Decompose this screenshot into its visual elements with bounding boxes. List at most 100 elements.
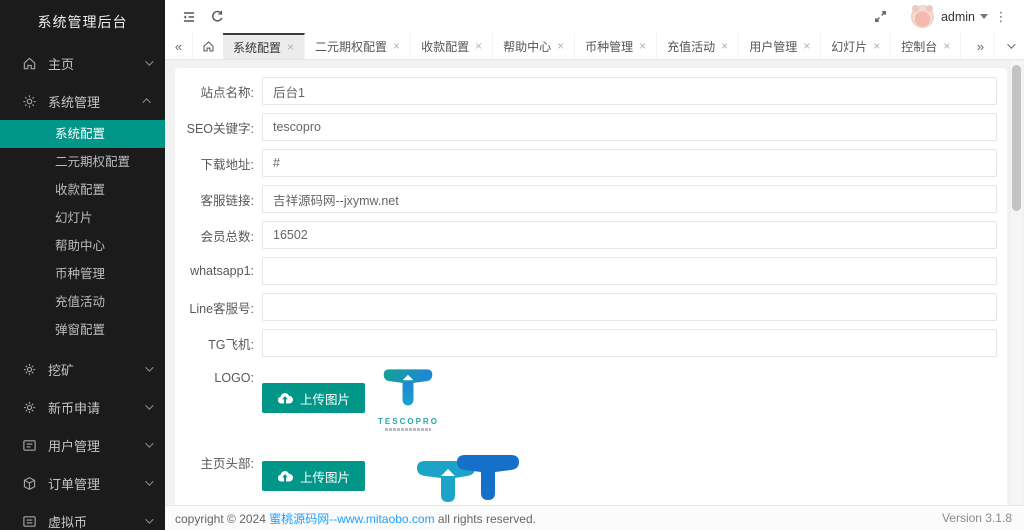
tg-input[interactable] bbox=[262, 329, 997, 357]
upload-button-label: 上传图片 bbox=[300, 467, 350, 486]
close-icon[interactable]: × bbox=[639, 40, 646, 52]
tabs-dropdown-button[interactable] bbox=[994, 33, 1024, 59]
upload-logo-button[interactable]: 上传图片 bbox=[262, 383, 365, 413]
close-icon[interactable]: × bbox=[943, 40, 950, 52]
home-icon bbox=[22, 56, 37, 71]
chevron-down-icon bbox=[980, 14, 988, 19]
logo-tagline bbox=[385, 428, 431, 431]
submenu-item-slideshow[interactable]: 幻灯片 bbox=[0, 204, 165, 232]
tab-label: 用户管理 bbox=[749, 38, 797, 55]
close-icon[interactable]: × bbox=[475, 40, 482, 52]
field-label: LOGO: bbox=[182, 367, 262, 385]
new-coin-icon bbox=[22, 400, 37, 415]
cloud-upload-icon bbox=[277, 392, 293, 404]
close-icon[interactable]: × bbox=[287, 41, 294, 53]
mining-icon bbox=[22, 362, 37, 377]
tabs-scroll-right-button[interactable]: » bbox=[967, 33, 994, 59]
coins-icon bbox=[22, 514, 37, 529]
topbar: admin ⋮ bbox=[165, 0, 1024, 33]
submenu-item-payment-config[interactable]: 收款配置 bbox=[0, 176, 165, 204]
site-name-input[interactable] bbox=[262, 77, 997, 105]
tab-label: 二元期权配置 bbox=[315, 38, 387, 55]
close-icon[interactable]: × bbox=[803, 40, 810, 52]
tab-help-center[interactable]: 帮助中心 × bbox=[493, 33, 575, 59]
close-icon[interactable]: × bbox=[393, 40, 400, 52]
app-title: 系统管理后台 bbox=[0, 0, 165, 44]
field-label: TG飞机: bbox=[182, 334, 262, 353]
main-content: 站点名称: SEO关键字: 下载地址: 客服链接: 会员总数: whatsapp… bbox=[165, 60, 1024, 505]
sidebar-item-order-management[interactable]: 订单管理 bbox=[0, 464, 165, 502]
tabs-scroll-left-button[interactable]: « bbox=[165, 33, 192, 59]
refresh-icon[interactable] bbox=[203, 0, 231, 33]
sidebar-item-virtual-coin[interactable]: 虚拟币 bbox=[0, 502, 165, 530]
sidebar-item-user-management[interactable]: 用户管理 bbox=[0, 426, 165, 464]
logo-upload-row: LOGO: 上传图片 bbox=[182, 367, 1007, 431]
field-label: Line客服号: bbox=[182, 298, 262, 317]
tab-home[interactable] bbox=[192, 33, 223, 59]
submenu-item-system-config[interactable]: 系统配置 bbox=[0, 120, 165, 148]
topbar-right: admin ⋮ bbox=[867, 0, 1014, 33]
version-label: Version 3.1.8 bbox=[942, 511, 1012, 525]
field-label: whatsapp1: bbox=[182, 264, 262, 278]
tab-label: 帮助中心 bbox=[503, 38, 551, 55]
chevron-down-icon bbox=[145, 57, 153, 65]
member-count-input[interactable] bbox=[262, 221, 997, 249]
submenu-item-popup-config[interactable]: 弹窗配置 bbox=[0, 316, 165, 344]
upload-button-label: 上传图片 bbox=[300, 389, 350, 408]
submenu-item-coin-management[interactable]: 币种管理 bbox=[0, 260, 165, 288]
tab-recharge-activity[interactable]: 充值活动 × bbox=[657, 33, 739, 59]
close-icon[interactable]: × bbox=[721, 40, 728, 52]
header-logo-icon bbox=[415, 449, 523, 505]
footer-link[interactable]: 蜜桃源码网--www.mitaobo.com bbox=[269, 512, 434, 526]
close-icon[interactable]: × bbox=[873, 40, 880, 52]
tab-label: 充值活动 bbox=[667, 38, 715, 55]
close-icon[interactable]: × bbox=[557, 40, 564, 52]
upload-header-button[interactable]: 上传图片 bbox=[262, 461, 365, 491]
form-row: 客服链接: bbox=[182, 185, 1007, 213]
sidebar-item-label: 系统管理 bbox=[48, 92, 145, 111]
user-menu[interactable]: admin bbox=[941, 10, 988, 24]
fullscreen-icon[interactable] bbox=[867, 0, 895, 33]
tab-slideshow[interactable]: 幻灯片 × bbox=[821, 33, 891, 59]
copyright-text: copyright © 2024 蜜桃源码网--www.mitaobo.com … bbox=[175, 510, 536, 527]
tab-label: 幻灯片 bbox=[831, 38, 867, 55]
tescopro-logo-icon bbox=[381, 367, 435, 415]
sidebar-item-mining[interactable]: 挖矿 bbox=[0, 350, 165, 388]
more-menu-icon[interactable]: ⋮ bbox=[988, 9, 1014, 25]
logo-upload-body: 上传图片 TESCOPRO bbox=[262, 367, 439, 431]
sidebar-item-system-management[interactable]: 系统管理 bbox=[0, 82, 165, 120]
sidebar-item-label: 订单管理 bbox=[48, 474, 145, 493]
collapse-sidebar-icon[interactable] bbox=[175, 0, 203, 33]
vertical-scrollbar[interactable] bbox=[1009, 61, 1023, 504]
scrollbar-thumb[interactable] bbox=[1012, 65, 1021, 211]
line-service-input[interactable] bbox=[262, 293, 997, 321]
tab-user-management[interactable]: 用户管理 × bbox=[739, 33, 821, 59]
tab-coin-management[interactable]: 币种管理× bbox=[575, 33, 657, 59]
sidebar: 系统管理后台 主页 系统管理 系统配置 二元期权配置 收款配置 幻灯片 帮助中心… bbox=[0, 0, 165, 530]
submenu-item-binary-options-config[interactable]: 二元期权配置 bbox=[0, 148, 165, 176]
tab-system-config[interactable]: 系统配置 × bbox=[223, 33, 305, 59]
form-row: 站点名称: bbox=[182, 77, 1007, 105]
tab-binary-options-config[interactable]: 二元期权配置 × bbox=[305, 33, 411, 59]
sidebar-item-home[interactable]: 主页 bbox=[0, 44, 165, 82]
whatsapp1-input[interactable] bbox=[262, 257, 997, 285]
home-icon bbox=[202, 40, 215, 53]
field-label: 客服链接: bbox=[182, 190, 262, 209]
sidebar-item-new-coin-application[interactable]: 新币申请 bbox=[0, 388, 165, 426]
field-label: 主页头部: bbox=[182, 449, 262, 472]
tab-console[interactable]: 控制台× bbox=[891, 33, 961, 59]
chevron-down-icon bbox=[145, 439, 153, 447]
submenu-item-help-center[interactable]: 帮助中心 bbox=[0, 232, 165, 260]
tab-payment-config[interactable]: 收款配置× bbox=[411, 33, 493, 59]
avatar[interactable] bbox=[911, 5, 934, 28]
seo-keywords-input[interactable] bbox=[262, 113, 997, 141]
chevron-down-icon bbox=[145, 401, 153, 409]
chevron-down-icon bbox=[145, 477, 153, 485]
form-row: 会员总数: bbox=[182, 221, 1007, 249]
field-label: 会员总数: bbox=[182, 226, 262, 245]
tab-label: 系统配置 bbox=[233, 39, 281, 56]
submenu-item-recharge-activity[interactable]: 充值活动 bbox=[0, 288, 165, 316]
download-url-input[interactable] bbox=[262, 149, 997, 177]
form-row: SEO关键字: bbox=[182, 113, 1007, 141]
service-link-input[interactable] bbox=[262, 185, 997, 213]
